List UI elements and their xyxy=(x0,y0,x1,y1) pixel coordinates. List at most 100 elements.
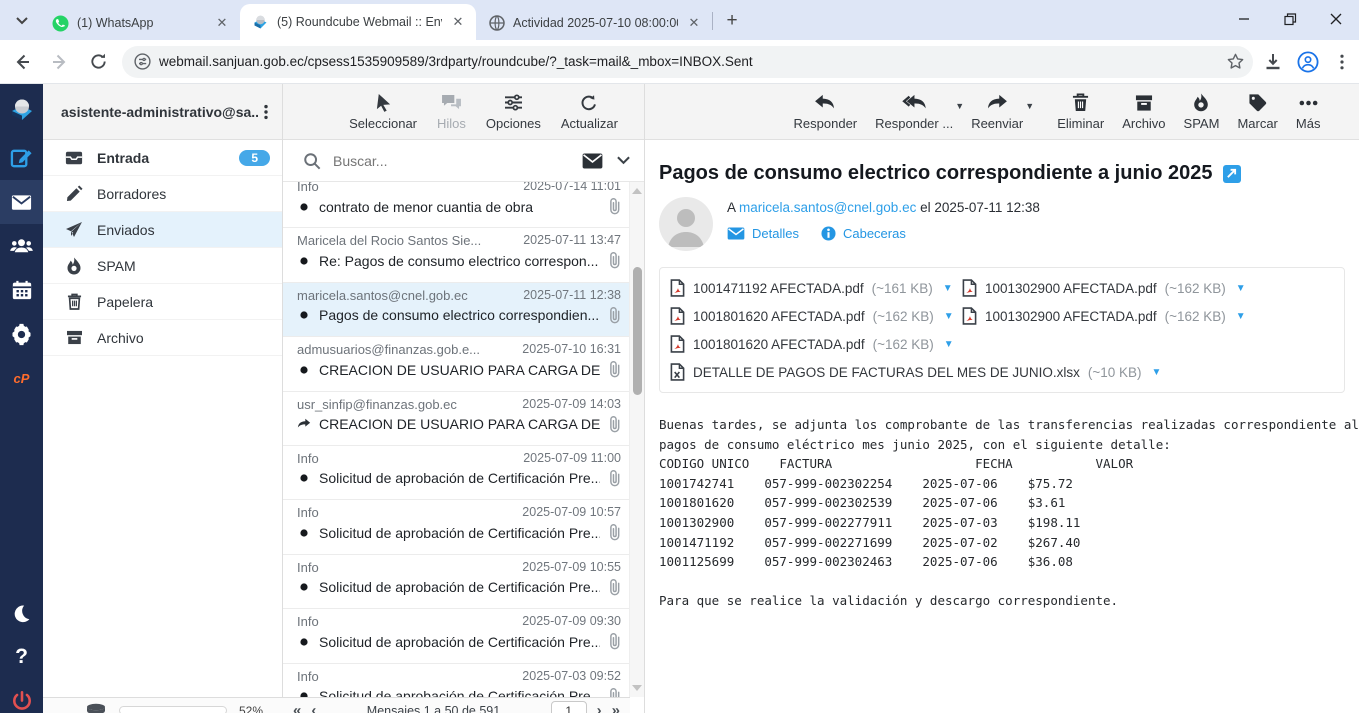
next-page-icon[interactable]: › xyxy=(597,702,602,713)
mail-nav-icon[interactable] xyxy=(0,180,43,224)
delete-button[interactable]: Eliminar xyxy=(1057,93,1104,131)
page-number-input[interactable]: 1 xyxy=(551,701,587,713)
chrome-menu-icon[interactable] xyxy=(1333,53,1351,71)
select-button[interactable]: Seleccionar xyxy=(349,93,417,131)
search-placeholder[interactable]: Buscar... xyxy=(333,153,582,169)
message-row[interactable]: usr_sinfip@finanzas.gob.ec 2025-07-09 14… xyxy=(283,392,629,446)
folder-spam[interactable]: SPAM xyxy=(43,248,282,284)
settings-gear-icon[interactable] xyxy=(0,312,43,356)
folder-label: Enviados xyxy=(97,222,155,238)
last-page-icon[interactable]: » xyxy=(612,702,620,713)
message-row[interactable]: Maricela del Rocio Santos Sie... 2025-07… xyxy=(283,228,629,282)
logout-power-icon[interactable] xyxy=(0,679,43,713)
profile-avatar-icon[interactable] xyxy=(1297,51,1319,73)
attachment-menu-caret-icon[interactable]: ▼ xyxy=(1151,367,1161,378)
calendar-nav-icon[interactable] xyxy=(0,268,43,312)
attachment-item[interactable]: 1001471192 AFECTADA.pdf (~161 KB) ▼ xyxy=(670,274,962,302)
back-icon[interactable] xyxy=(6,46,38,78)
attachment-menu-caret-icon[interactable]: ▼ xyxy=(1236,311,1246,322)
forward-button[interactable]: Reenviar ▼ xyxy=(971,93,1023,131)
compose-icon[interactable] xyxy=(0,136,43,180)
open-in-new-window-icon[interactable] xyxy=(1223,165,1241,183)
dropdown-caret-icon[interactable]: ▼ xyxy=(955,101,964,111)
folder-entrada[interactable]: Entrada 5 xyxy=(43,140,282,176)
reload-icon[interactable] xyxy=(82,46,114,78)
recipient-link[interactable]: maricela.santos@cnel.gob.ec xyxy=(739,200,916,215)
search-bar[interactable]: Buscar... xyxy=(283,140,644,182)
site-settings-icon[interactable] xyxy=(134,53,151,70)
bookmark-star-icon[interactable] xyxy=(1226,52,1245,71)
attachment-menu-caret-icon[interactable]: ▼ xyxy=(943,283,953,294)
message-row[interactable]: admusuarios@finanzas.gob.e... 2025-07-10… xyxy=(283,337,629,391)
archive-button[interactable]: Archivo xyxy=(1122,93,1165,131)
message-row[interactable]: Info 2025-07-09 11:00 Solicitud de aprob… xyxy=(283,446,629,500)
tab-search-icon[interactable] xyxy=(8,7,36,35)
cpanel-logo-icon[interactable]: cP xyxy=(0,356,43,400)
prev-page-icon[interactable]: ‹ xyxy=(311,702,316,713)
message-sender: Info xyxy=(297,560,516,575)
folder-borradores[interactable]: Borradores xyxy=(43,176,282,212)
url-bar[interactable]: webmail.sanjuan.gob.ec/cpsess1535909589/… xyxy=(122,46,1253,78)
more-button[interactable]: Más xyxy=(1296,93,1321,131)
attachment-menu-caret-icon[interactable]: ▼ xyxy=(1236,283,1246,294)
tab-close-icon[interactable]: ✕ xyxy=(450,14,466,30)
attachment-item[interactable]: 1001302900 AFECTADA.pdf (~162 KB) ▼ xyxy=(962,302,1254,330)
new-tab-button[interactable]: + xyxy=(719,8,745,34)
account-menu-icon[interactable] xyxy=(258,104,274,120)
tab-roundcube[interactable]: (5) Roundcube Webmail :: Envia ✕ xyxy=(240,4,476,40)
message-row[interactable]: Info 2025-07-14 11:01 contrato de menor … xyxy=(283,182,629,228)
close-window-button[interactable] xyxy=(1313,0,1359,38)
folder-archivo[interactable]: Archivo xyxy=(43,320,282,356)
help-icon[interactable]: ? xyxy=(0,635,43,679)
message-row[interactable]: Info 2025-07-09 10:57 Solicitud de aprob… xyxy=(283,500,629,554)
minimize-button[interactable] xyxy=(1221,0,1267,38)
contacts-nav-icon[interactable] xyxy=(0,224,43,268)
refresh-button[interactable]: Actualizar xyxy=(561,93,618,131)
tab-close-icon[interactable]: ✕ xyxy=(686,15,702,31)
reply-button[interactable]: Responder xyxy=(794,93,858,131)
attachment-item[interactable]: 1001801620 AFECTADA.pdf (~162 KB) ▼ xyxy=(670,302,962,330)
message-row[interactable]: maricela.santos@cnel.gob.ec 2025-07-11 1… xyxy=(283,283,629,337)
message-sender: Info xyxy=(297,451,517,466)
attachment-name[interactable]: 1001801620 AFECTADA.pdf xyxy=(693,337,865,352)
scroll-down-icon[interactable] xyxy=(632,685,642,691)
spam-button[interactable]: SPAM xyxy=(1184,93,1220,131)
folder-papelera[interactable]: Papelera xyxy=(43,284,282,320)
folder-enviados[interactable]: Enviados xyxy=(43,212,282,248)
attachment-name[interactable]: 1001471192 AFECTADA.pdf xyxy=(693,281,864,296)
details-link[interactable]: Detalles xyxy=(727,226,799,241)
list-scrollbar[interactable] xyxy=(629,182,644,697)
pdf-file-icon xyxy=(670,279,685,297)
first-page-icon[interactable]: « xyxy=(293,702,301,713)
attachment-menu-caret-icon[interactable]: ▼ xyxy=(944,339,954,350)
threads-button[interactable]: Hilos xyxy=(437,93,466,131)
message-row[interactable]: Info 2025-07-09 10:55 Solicitud de aprob… xyxy=(283,555,629,609)
reply-all-button[interactable]: Responder ... ▼ xyxy=(875,93,953,131)
attachment-name[interactable]: 1001302900 AFECTADA.pdf xyxy=(985,281,1157,296)
restore-button[interactable] xyxy=(1267,0,1313,38)
message-row[interactable]: Info 2025-07-09 09:30 Solicitud de aprob… xyxy=(283,609,629,663)
mark-button[interactable]: Marcar xyxy=(1237,93,1277,131)
attachment-item[interactable]: 1001801620 AFECTADA.pdf (~162 KB) ▼ xyxy=(670,330,962,358)
tab-actividad[interactable]: Actividad 2025-07-10 08:00:00 ✕ xyxy=(476,6,712,40)
search-scope-mail-icon[interactable] xyxy=(582,153,603,169)
headers-link[interactable]: Cabeceras xyxy=(821,226,906,241)
scroll-up-icon[interactable] xyxy=(632,188,642,194)
message-row[interactable]: Info 2025-07-03 09:52 Solicitud de aprob… xyxy=(283,664,629,697)
attachment-menu-caret-icon[interactable]: ▼ xyxy=(944,311,954,322)
attachment-name[interactable]: 1001302900 AFECTADA.pdf xyxy=(985,309,1157,324)
options-button[interactable]: Opciones xyxy=(486,93,541,131)
forward-icon[interactable] xyxy=(44,46,76,78)
attachment-name[interactable]: 1001801620 AFECTADA.pdf xyxy=(693,309,865,324)
attachment-name[interactable]: DETALLE DE PAGOS DE FACTURAS DEL MES DE … xyxy=(693,365,1080,380)
tab-close-icon[interactable]: ✕ xyxy=(214,15,230,31)
url-text[interactable]: webmail.sanjuan.gob.ec/cpsess1535909589/… xyxy=(159,54,1226,69)
dark-mode-moon-icon[interactable] xyxy=(0,591,43,635)
downloads-icon[interactable] xyxy=(1263,52,1283,72)
search-options-chevron-icon[interactable] xyxy=(617,156,630,165)
attachment-item[interactable]: 1001302900 AFECTADA.pdf (~162 KB) ▼ xyxy=(962,274,1254,302)
attachment-item[interactable]: DETALLE DE PAGOS DE FACTURAS DEL MES DE … xyxy=(670,358,1161,386)
scroll-thumb[interactable] xyxy=(633,267,642,395)
tab-whatsapp[interactable]: (1) WhatsApp ✕ xyxy=(40,6,240,40)
dropdown-caret-icon[interactable]: ▼ xyxy=(1025,101,1034,111)
